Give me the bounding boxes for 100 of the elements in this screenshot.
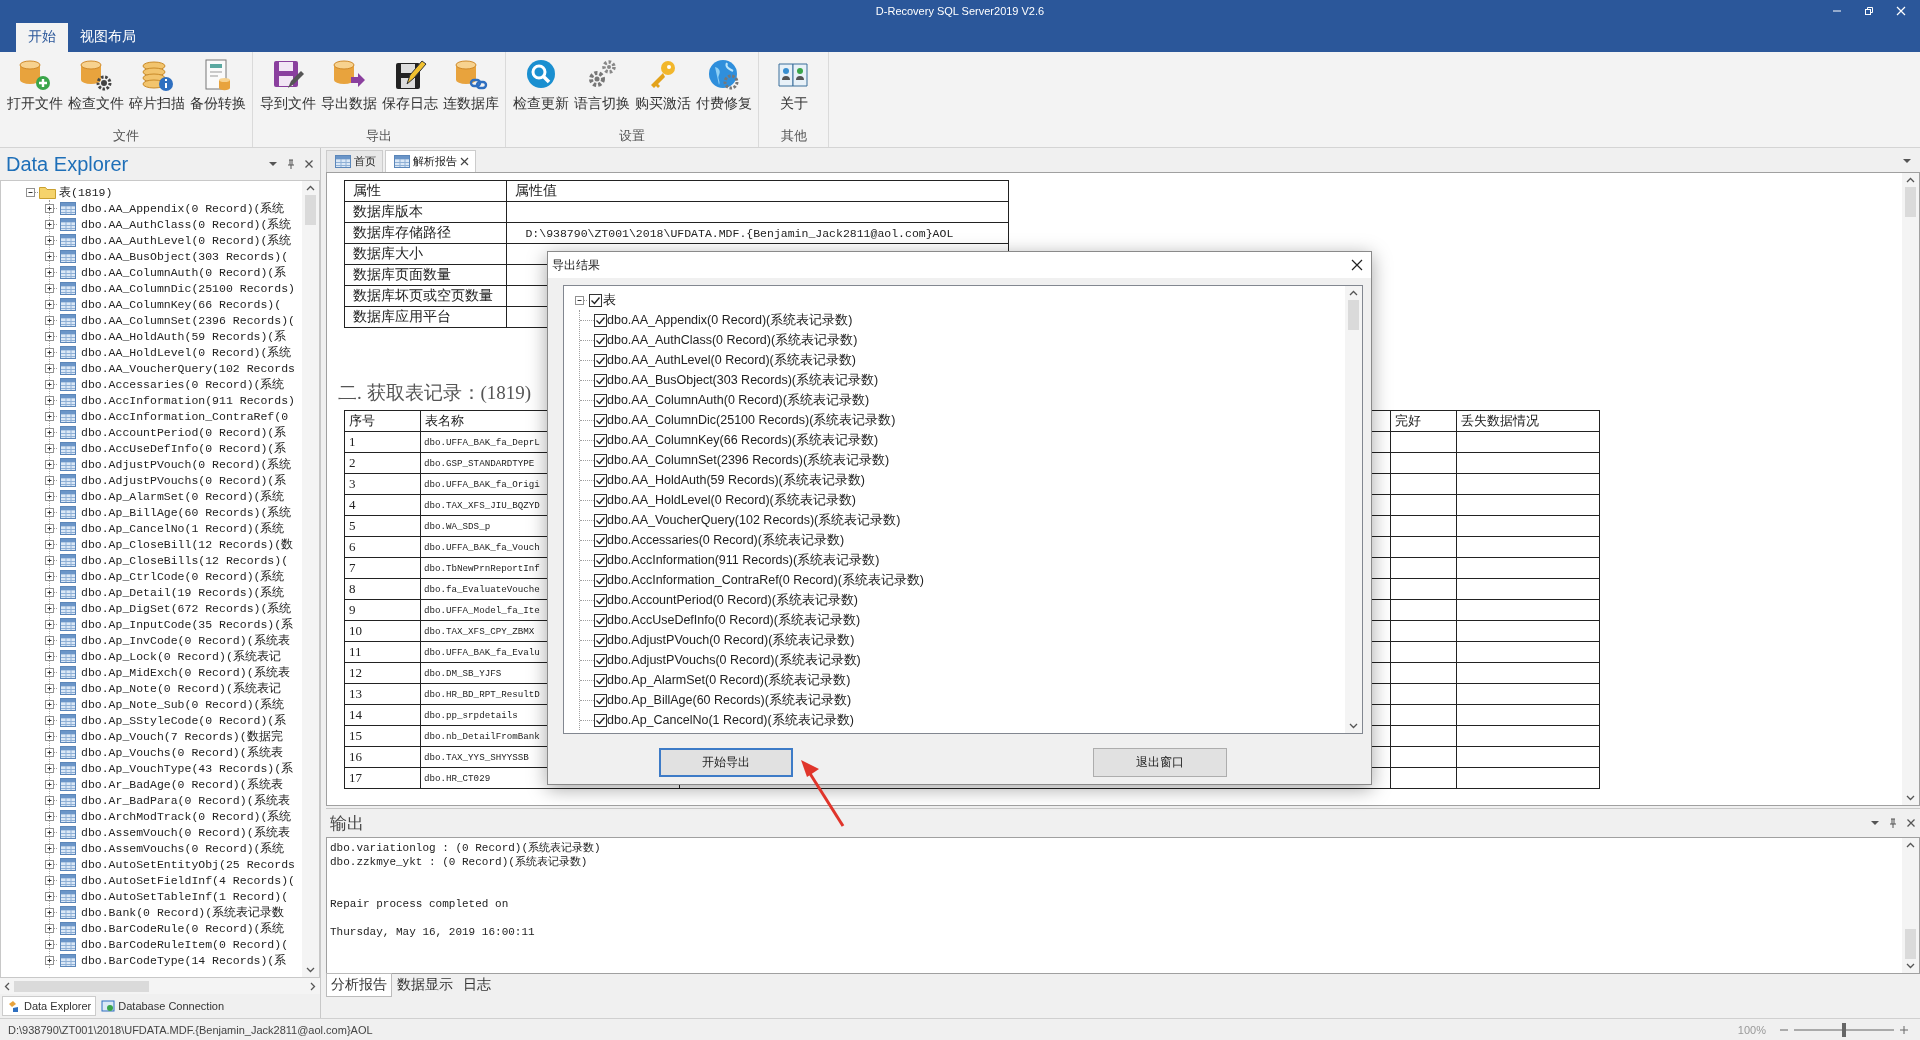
expand-icon[interactable] <box>45 747 58 757</box>
expand-icon[interactable] <box>45 635 58 645</box>
panel-tab[interactable]: 数据显示 <box>392 973 458 997</box>
restore-icon[interactable] <box>1864 6 1874 16</box>
expand-icon[interactable] <box>45 491 58 501</box>
expand-icon[interactable] <box>45 875 58 885</box>
checkbox[interactable] <box>594 653 607 667</box>
expand-icon[interactable] <box>45 731 58 741</box>
tree-item[interactable]: dbo.Ap_InputCode(35 Records)(系 <box>81 616 294 632</box>
expand-icon[interactable] <box>45 843 58 853</box>
expand-icon[interactable] <box>45 923 58 933</box>
ribbon-tab[interactable]: 视图布局 <box>68 23 148 52</box>
tree-item[interactable]: dbo.BarCodeRuleItem(0 Record)( <box>81 937 289 951</box>
tree-item[interactable]: dbo.AA_AuthClass(0 Record)(系统 <box>81 216 292 232</box>
tree-item[interactable]: dbo.AdjustPVouchs(0 Record)(系 <box>81 472 287 488</box>
scroll-thumb[interactable] <box>305 195 316 225</box>
scrollbar[interactable] <box>0 978 320 994</box>
expand-icon[interactable] <box>45 395 58 405</box>
ribbon-button[interactable]: 语言切换 <box>571 56 632 113</box>
tree-item[interactable]: dbo.BarCodeType(14 Records)(系 <box>81 952 287 968</box>
scroll-thumb[interactable] <box>1905 187 1916 217</box>
expand-icon[interactable] <box>45 443 58 453</box>
dialog-button[interactable]: 开始导出 <box>659 748 793 777</box>
expand-icon[interactable] <box>45 891 58 901</box>
ribbon-button[interactable]: 连数据库 <box>440 56 501 113</box>
expand-icon[interactable] <box>45 411 58 421</box>
checkbox[interactable] <box>594 493 607 507</box>
close-icon[interactable] <box>460 157 469 166</box>
tree-item[interactable]: dbo.AutoSetFieldInf(4 Records)( <box>81 873 295 887</box>
scroll-down-icon[interactable] <box>1906 795 1915 801</box>
expand-icon[interactable] <box>45 699 58 709</box>
checkbox[interactable] <box>594 353 607 367</box>
expand-icon[interactable] <box>45 763 58 773</box>
tree-item[interactable]: dbo.AA_ColumnKey(66 Records)( <box>81 297 282 311</box>
tree-item[interactable]: dbo.AA_ColumnAuth(0 Record)(系 <box>81 264 287 280</box>
checkbox[interactable] <box>594 473 607 487</box>
checkbox[interactable] <box>594 573 607 587</box>
tree-item[interactable]: dbo.Ap_AlarmSet(0 Record)(系统 <box>81 488 285 504</box>
checkbox[interactable] <box>594 513 607 527</box>
expand-icon[interactable] <box>45 827 58 837</box>
tree-item[interactable]: dbo.Ap_InvCode(0 Record)(系统表 <box>81 632 290 648</box>
expand-icon[interactable] <box>45 267 58 277</box>
ribbon-button[interactable]: 关于 <box>763 56 824 113</box>
ribbon-button[interactable]: 购买激活 <box>632 56 693 113</box>
scrollbar[interactable] <box>1902 838 1919 973</box>
scroll-thumb[interactable] <box>1348 300 1359 330</box>
tree-item[interactable]: dbo.AA_AuthLevel(0 Record)(系统 <box>81 232 292 248</box>
expand-icon[interactable] <box>45 811 58 821</box>
tree-item[interactable]: dbo.AssemVouchs(0 Record)(系统 <box>81 840 285 856</box>
checkbox[interactable] <box>594 413 607 427</box>
tree-item[interactable]: dbo.Ap_CloseBills(12 Records)( <box>81 553 289 567</box>
checkbox[interactable] <box>594 713 607 727</box>
ribbon-button[interactable]: 检查更新 <box>510 56 571 113</box>
checkbox[interactable] <box>594 693 607 707</box>
ribbon-button[interactable]: 付费修复 <box>693 56 754 113</box>
checkbox[interactable] <box>594 333 607 347</box>
tree-item[interactable]: dbo.Ap_VouchType(43 Records)(系 <box>81 760 294 776</box>
expand-icon[interactable] <box>45 939 58 949</box>
tree-item[interactable]: dbo.AA_HoldLevel(0 Record)(系统 <box>81 344 292 360</box>
expand-icon[interactable] <box>45 859 58 869</box>
expand-icon[interactable] <box>45 347 58 357</box>
dropdown-icon[interactable] <box>1902 156 1912 166</box>
close-icon[interactable] <box>1351 259 1363 271</box>
zoom-in-icon[interactable] <box>1900 1025 1908 1034</box>
expand-icon[interactable] <box>45 587 58 597</box>
tree-item[interactable]: dbo.Accessaries(0 Record)(系统 <box>81 376 285 392</box>
checkbox[interactable] <box>594 613 607 627</box>
expand-icon[interactable] <box>45 619 58 629</box>
expand-icon[interactable] <box>45 955 58 965</box>
checkbox[interactable] <box>589 293 602 307</box>
expand-icon[interactable] <box>45 299 58 309</box>
expand-icon[interactable] <box>45 283 58 293</box>
tree-item[interactable]: dbo.AutoSetEntityObj(25 Records <box>81 857 295 871</box>
expand-icon[interactable] <box>45 603 58 613</box>
panel-tab[interactable]: Data Explorer <box>2 996 97 1016</box>
expand-icon[interactable] <box>45 555 58 565</box>
tree-item[interactable]: dbo.AA_VoucherQuery(102 Records <box>81 361 295 375</box>
document-tab[interactable]: 解析报告 <box>385 150 476 172</box>
checkbox[interactable] <box>594 453 607 467</box>
scroll-up-icon[interactable] <box>1906 177 1915 183</box>
expand-icon[interactable] <box>45 235 58 245</box>
checkbox[interactable] <box>594 313 607 327</box>
tree-item[interactable]: dbo.AA_ColumnAuth(0 Record)(系统表记录数) <box>607 391 870 409</box>
tree-item[interactable]: dbo.Ap_Note_Sub(0 Record)(系统 <box>81 696 285 712</box>
tree-item[interactable]: dbo.Ar_BadPara(0 Record)(系统表 <box>81 792 290 808</box>
expand-icon[interactable] <box>45 475 58 485</box>
expand-icon[interactable] <box>45 459 58 469</box>
expand-icon[interactable] <box>45 571 58 581</box>
scroll-down-icon[interactable] <box>306 967 315 973</box>
ribbon-tab[interactable]: 开始 <box>16 23 68 52</box>
expand-icon[interactable] <box>45 779 58 789</box>
tree-item[interactable]: dbo.AA_BusObject(303 Records)( <box>81 249 289 263</box>
expand-icon[interactable] <box>45 507 58 517</box>
dropdown-icon[interactable] <box>1870 818 1880 828</box>
expand-icon[interactable] <box>45 683 58 693</box>
panel-tab[interactable]: 分析报告 <box>326 973 392 997</box>
panel-tab[interactable]: Database Connection <box>96 996 230 1016</box>
checkbox[interactable] <box>594 673 607 687</box>
tree-item[interactable]: dbo.AA_ColumnDic(25100 Records) <box>81 281 295 295</box>
expand-icon[interactable] <box>45 667 58 677</box>
